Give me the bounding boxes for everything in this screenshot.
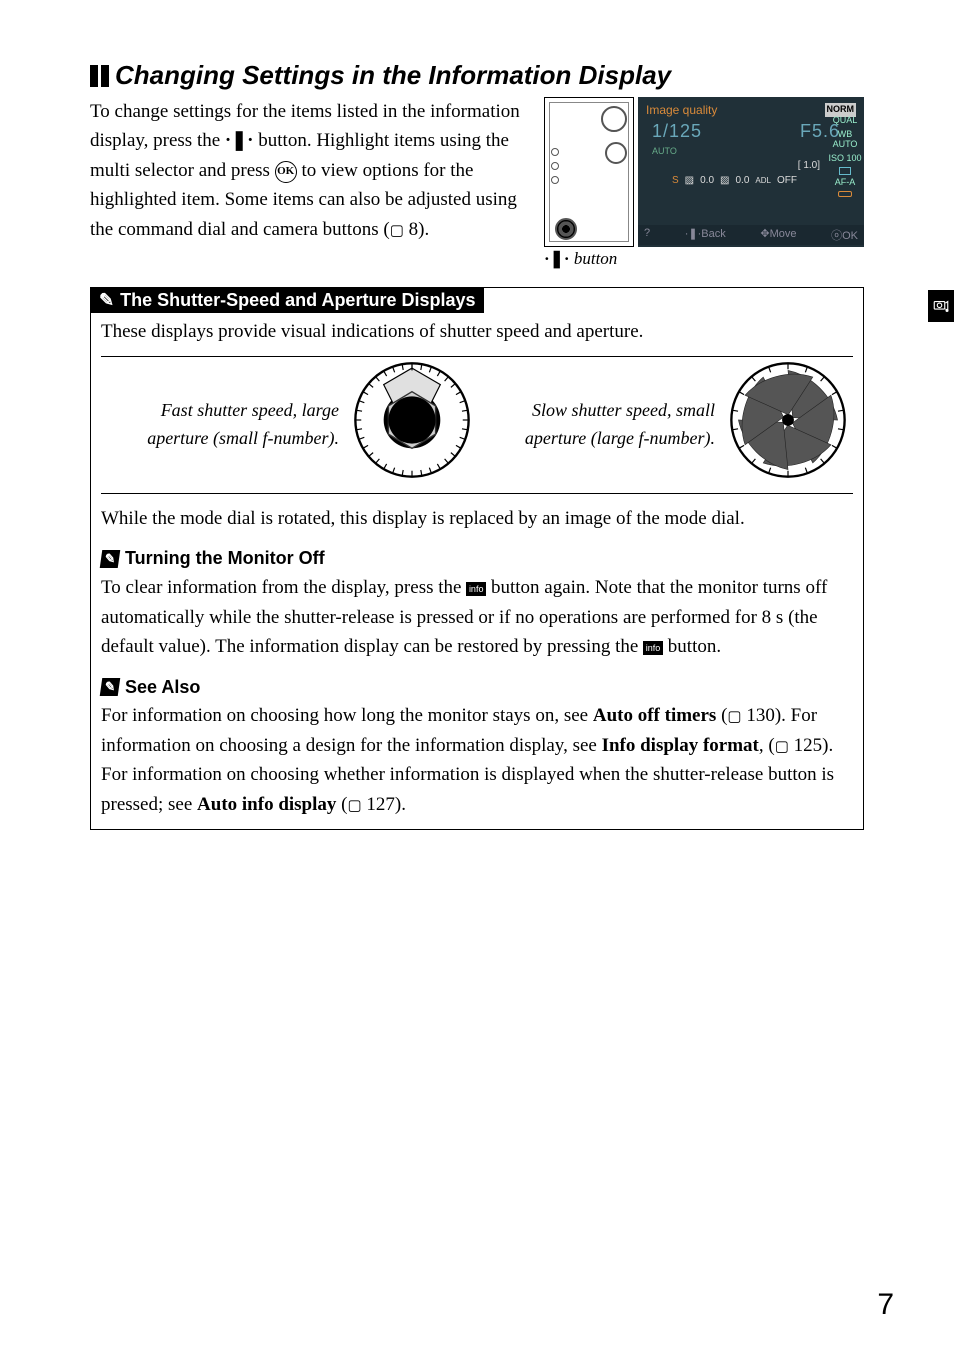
box1-title: The Shutter-Speed and Aperture Displays <box>120 290 475 310</box>
info-button-icon: info <box>466 582 486 596</box>
lcd-bottom-bar: ? ·❚·Back ✥Move ⓞOK <box>638 225 864 245</box>
camera-body-icon <box>544 97 634 247</box>
pencil-icon: ✎ <box>100 678 121 696</box>
aperture-closed-icon <box>729 361 847 479</box>
info-edit-icon: ·❚· <box>225 130 254 151</box>
lcd-caption: ·❚· button <box>544 249 864 269</box>
lcd-sidebar: QUAL WB AUTO ISO 100 AF-A <box>828 115 862 229</box>
page-ref-icon: ▢ <box>347 798 361 814</box>
fast-shutter-label: Fast shutter speed, large aperture (smal… <box>101 393 347 457</box>
slow-shutter-label: Slow shutter speed, small aperture (larg… <box>477 393 723 457</box>
page-ref-icon: ▢ <box>775 739 789 755</box>
heading-bars-icon <box>90 65 109 87</box>
lcd-shutter: 1/125 <box>652 121 702 142</box>
box3-body: For information on choosing how long the… <box>101 701 853 819</box>
box2-heading: ✎ Turning the Monitor Off <box>101 545 853 573</box>
camera-lcd-illustration: Image qualityNORM 1/125F5.6 AUTO [ 1.0] … <box>544 97 864 247</box>
intro-paragraph: To change settings for the items listed … <box>90 97 544 269</box>
lcd-screen: Image qualityNORM 1/125F5.6 AUTO [ 1.0] … <box>638 97 864 247</box>
box1-line1: These displays provide visual indication… <box>101 317 853 346</box>
info-button-icon: info <box>643 641 663 655</box>
box3-heading: ✎ See Also <box>101 674 853 702</box>
note-box-shutter-aperture: ✎ The Shutter-Speed and Aperture Displays… <box>90 287 864 830</box>
page-ref-icon: ▢ <box>727 709 741 725</box>
ok-icon: OK <box>275 161 297 183</box>
box1-footer: While the mode dial is rotated, this dis… <box>101 504 853 533</box>
pencil-icon: ✎ <box>99 290 114 310</box>
page-number: 7 <box>877 1288 894 1322</box>
lcd-auto: AUTO <box>652 146 677 156</box>
aperture-open-icon <box>353 361 471 479</box>
page-ref-icon: ▢ <box>390 223 404 239</box>
info-edit-icon: ·❚· <box>544 249 570 268</box>
pencil-icon: ✎ <box>100 550 121 568</box>
section-title-text: Changing Settings in the Information Dis… <box>115 60 671 91</box>
side-tab-icon <box>928 290 954 322</box>
lcd-title: Image quality <box>646 103 717 117</box>
section-heading: Changing Settings in the Information Dis… <box>90 60 864 91</box>
box2-body: To clear information from the display, p… <box>101 573 853 661</box>
lcd-scale: 1.0 <box>803 160 817 171</box>
